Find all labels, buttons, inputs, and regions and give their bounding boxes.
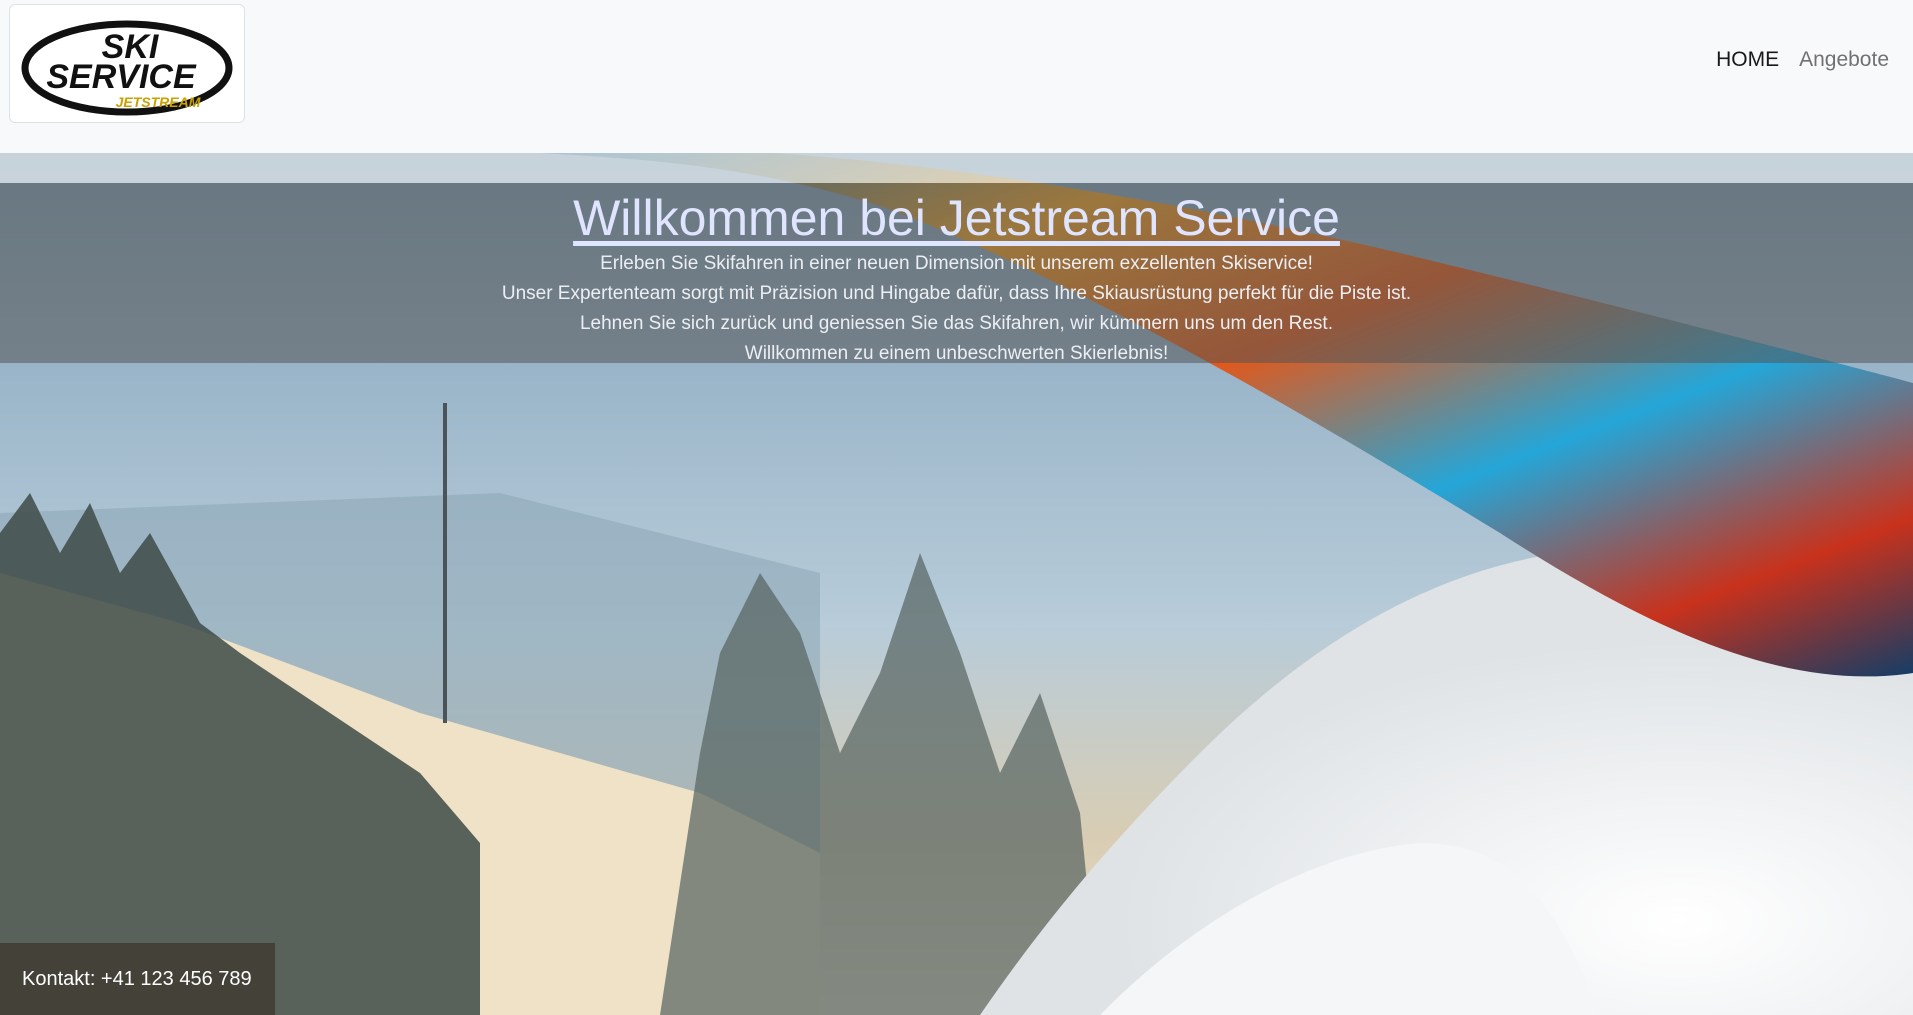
welcome-title-link[interactable]: Willkommen bei Jetstream Service <box>573 189 1340 247</box>
navbar: SKI SERVICE JETSTREAM HOME Angebote <box>0 0 1913 153</box>
welcome-line: Erleben Sie Skifahren in einer neuen Dim… <box>600 253 1313 274</box>
welcome-text: Erleben Sie Skifahren in einer neuen Dim… <box>0 249 1913 369</box>
contact-info: Kontakt: +41 123 456 789 <box>0 943 275 1015</box>
brand-logo[interactable]: SKI SERVICE JETSTREAM <box>9 4 245 123</box>
welcome-line: Unser Expertenteam sorgt mit Präzision u… <box>501 283 1412 304</box>
logo-text-sub: JETSTREAM <box>116 94 201 110</box>
ski-service-logo-icon: SKI SERVICE JETSTREAM <box>21 20 233 115</box>
nav-link-angebote[interactable]: Angebote <box>1799 48 1889 72</box>
welcome-line: Lehnen Sie sich zurück und geniessen Sie… <box>579 313 1333 334</box>
logo-text-main: SERVICE <box>46 58 197 96</box>
nav-link-home[interactable]: HOME <box>1716 48 1779 72</box>
welcome-banner: Willkommen bei Jetstream Service Erleben… <box>0 183 1913 364</box>
contact-text: Kontakt: +41 123 456 789 <box>22 967 252 990</box>
welcome-line: Willkommen zu einem unbeschwerten Skierl… <box>744 343 1169 364</box>
nav-links: HOME Angebote <box>1716 48 1889 72</box>
hero-section: Willkommen bei Jetstream Service Erleben… <box>0 153 1913 1015</box>
